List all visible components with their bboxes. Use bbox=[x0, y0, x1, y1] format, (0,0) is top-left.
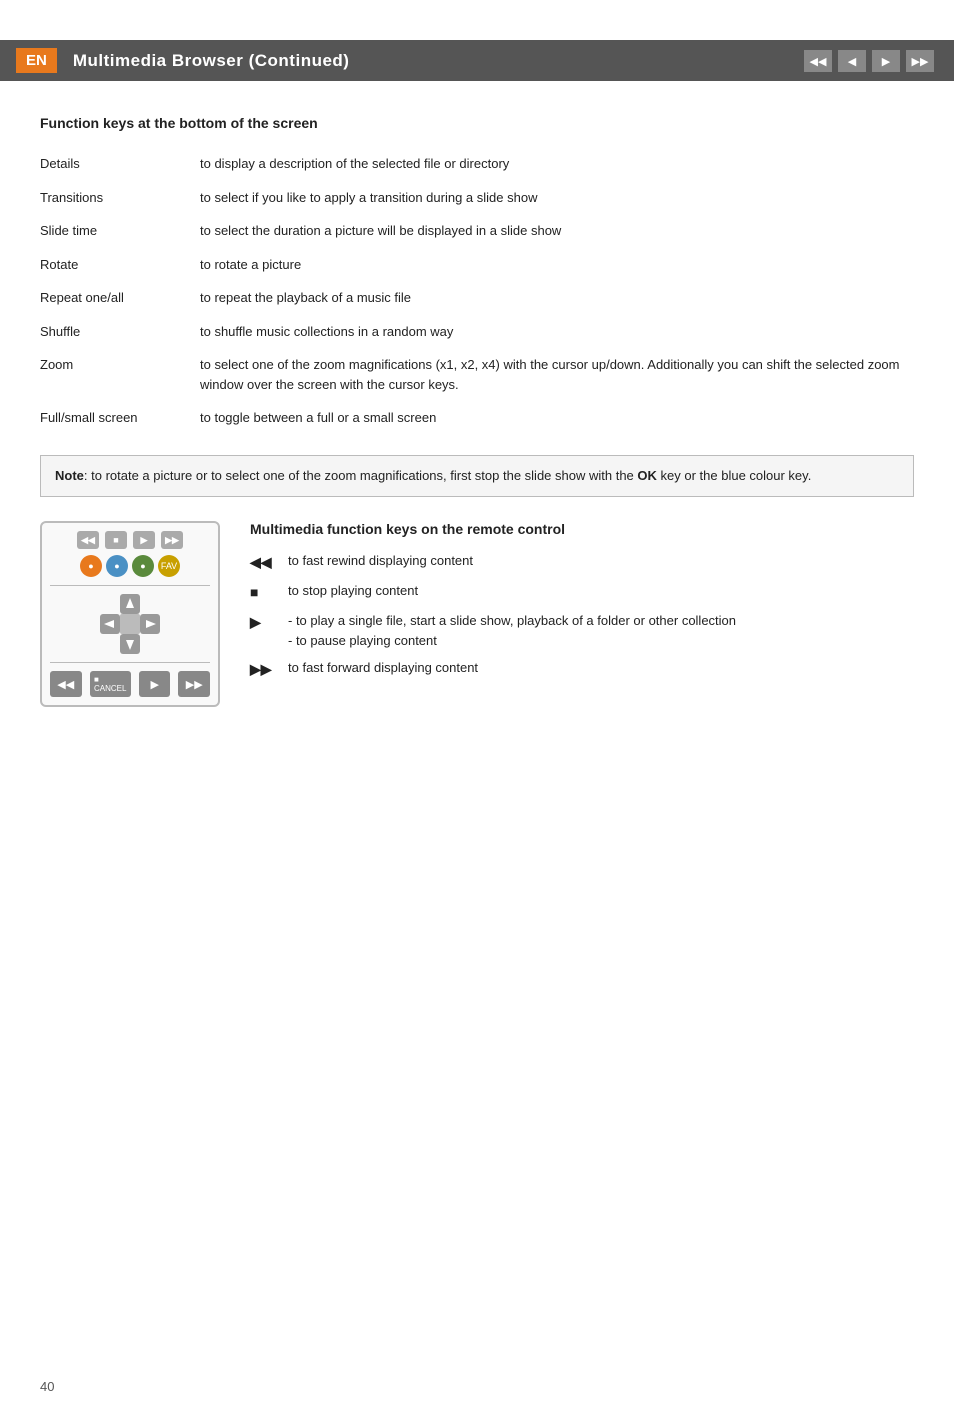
remote-rw-btn: ◀◀ bbox=[77, 531, 99, 549]
key-name: Rotate bbox=[40, 248, 200, 282]
key-desc: to select one of the zoom magnifications… bbox=[200, 348, 914, 401]
section2-heading: Multimedia function keys on the remote c… bbox=[250, 521, 914, 537]
key-desc: to rotate a picture bbox=[200, 248, 914, 282]
media-icon: ▶▶ bbox=[250, 659, 280, 680]
key-desc: to display a description of the selected… bbox=[200, 147, 914, 181]
remote-divider2 bbox=[50, 662, 210, 663]
key-desc: to select if you like to apply a transit… bbox=[200, 181, 914, 215]
media-keys-list: ◀◀ to fast rewind displaying content ■ t… bbox=[250, 551, 914, 680]
key-desc: to repeat the playback of a music file bbox=[200, 281, 914, 315]
note-box: Note: to rotate a picture or to select o… bbox=[40, 455, 914, 498]
media-icon: ■ bbox=[250, 582, 280, 603]
media-icon: ▶ bbox=[250, 612, 280, 633]
remote-circle-yellow: FAV bbox=[158, 555, 180, 577]
list-item: ▶▶ to fast forward displaying content bbox=[250, 658, 914, 680]
note-text: : to rotate a picture or to select one o… bbox=[84, 468, 638, 483]
remote-color-row: ● ● ● FAV bbox=[50, 555, 210, 577]
remote-top-row: ◀◀ ■ ▶ ▶▶ bbox=[50, 531, 210, 549]
list-item: ◀◀ to fast rewind displaying content bbox=[250, 551, 914, 573]
remote-stop-btn: ■ bbox=[105, 531, 127, 549]
key-desc: to toggle between a full or a small scre… bbox=[200, 401, 914, 435]
forward-button[interactable]: ▶ bbox=[872, 50, 900, 72]
remote-bottom-rw: ◀◀ bbox=[50, 671, 82, 697]
remote-bottom-stop: ■CANCEL bbox=[90, 671, 131, 697]
remote-bottom-btns: ◀◀ ■CANCEL ▶ ▶▶ bbox=[50, 671, 210, 697]
key-name: Slide time bbox=[40, 214, 200, 248]
section1-heading: Function keys at the bottom of the scree… bbox=[40, 115, 914, 131]
table-row: Transitions to select if you like to app… bbox=[40, 181, 914, 215]
remote-bottom-ff: ▶▶ bbox=[178, 671, 210, 697]
multimedia-section: Multimedia function keys on the remote c… bbox=[250, 521, 914, 688]
remote-section: ◀◀ ■ ▶ ▶▶ ● ● ● FAV bbox=[40, 521, 914, 707]
note-label: Note bbox=[55, 468, 84, 483]
key-desc: to select the duration a picture will be… bbox=[200, 214, 914, 248]
remote-ff-top-btn: ▶▶ bbox=[161, 531, 183, 549]
media-desc: - to play a single file, start a slide s… bbox=[288, 611, 914, 650]
fast-forward-button[interactable]: ▶▶ bbox=[906, 50, 934, 72]
table-row: Details to display a description of the … bbox=[40, 147, 914, 181]
function-keys-table: Details to display a description of the … bbox=[40, 147, 914, 435]
table-row: Slide time to select the duration a pict… bbox=[40, 214, 914, 248]
top-nav: ◀◀ ◀ ▶ ▶▶ bbox=[804, 50, 934, 72]
table-row: Repeat one/all to repeat the playback of… bbox=[40, 281, 914, 315]
list-item: ■ to stop playing content bbox=[250, 581, 914, 603]
page-title: Multimedia Browser (Continued) bbox=[73, 51, 350, 71]
note-text2: key or the blue colour key. bbox=[657, 468, 811, 483]
dpad-svg bbox=[100, 594, 160, 654]
key-name: Repeat one/all bbox=[40, 281, 200, 315]
table-row: Full/small screen to toggle between a fu… bbox=[40, 401, 914, 435]
remote-graphic: ◀◀ ■ ▶ ▶▶ ● ● ● FAV bbox=[40, 521, 220, 707]
remote-joystick bbox=[50, 594, 210, 654]
media-desc: to fast rewind displaying content bbox=[288, 551, 914, 571]
media-desc: to fast forward displaying content bbox=[288, 658, 914, 678]
remote-circle-blue: ● bbox=[106, 555, 128, 577]
remote-circle-green: ● bbox=[132, 555, 154, 577]
remote-divider bbox=[50, 585, 210, 586]
main-content: Function keys at the bottom of the scree… bbox=[0, 81, 954, 747]
remote-bottom-play: ▶ bbox=[139, 671, 171, 697]
key-name: Zoom bbox=[40, 348, 200, 401]
language-badge: EN bbox=[16, 48, 57, 73]
rewind-button[interactable]: ◀◀ bbox=[804, 50, 832, 72]
key-name: Transitions bbox=[40, 181, 200, 215]
media-desc: to stop playing content bbox=[288, 581, 914, 601]
key-name: Full/small screen bbox=[40, 401, 200, 435]
key-desc: to shuffle music collections in a random… bbox=[200, 315, 914, 349]
key-name: Shuffle bbox=[40, 315, 200, 349]
table-row: Shuffle to shuffle music collections in … bbox=[40, 315, 914, 349]
note-ok: OK bbox=[637, 468, 657, 483]
key-name: Details bbox=[40, 147, 200, 181]
media-icon: ◀◀ bbox=[250, 552, 280, 573]
remote-play-top-btn: ▶ bbox=[133, 531, 155, 549]
page-number: 40 bbox=[40, 1379, 54, 1394]
table-row: Zoom to select one of the zoom magnifica… bbox=[40, 348, 914, 401]
remote-circle-orange: ● bbox=[80, 555, 102, 577]
back-button[interactable]: ◀ bbox=[838, 50, 866, 72]
table-row: Rotate to rotate a picture bbox=[40, 248, 914, 282]
list-item: ▶ - to play a single file, start a slide… bbox=[250, 611, 914, 650]
